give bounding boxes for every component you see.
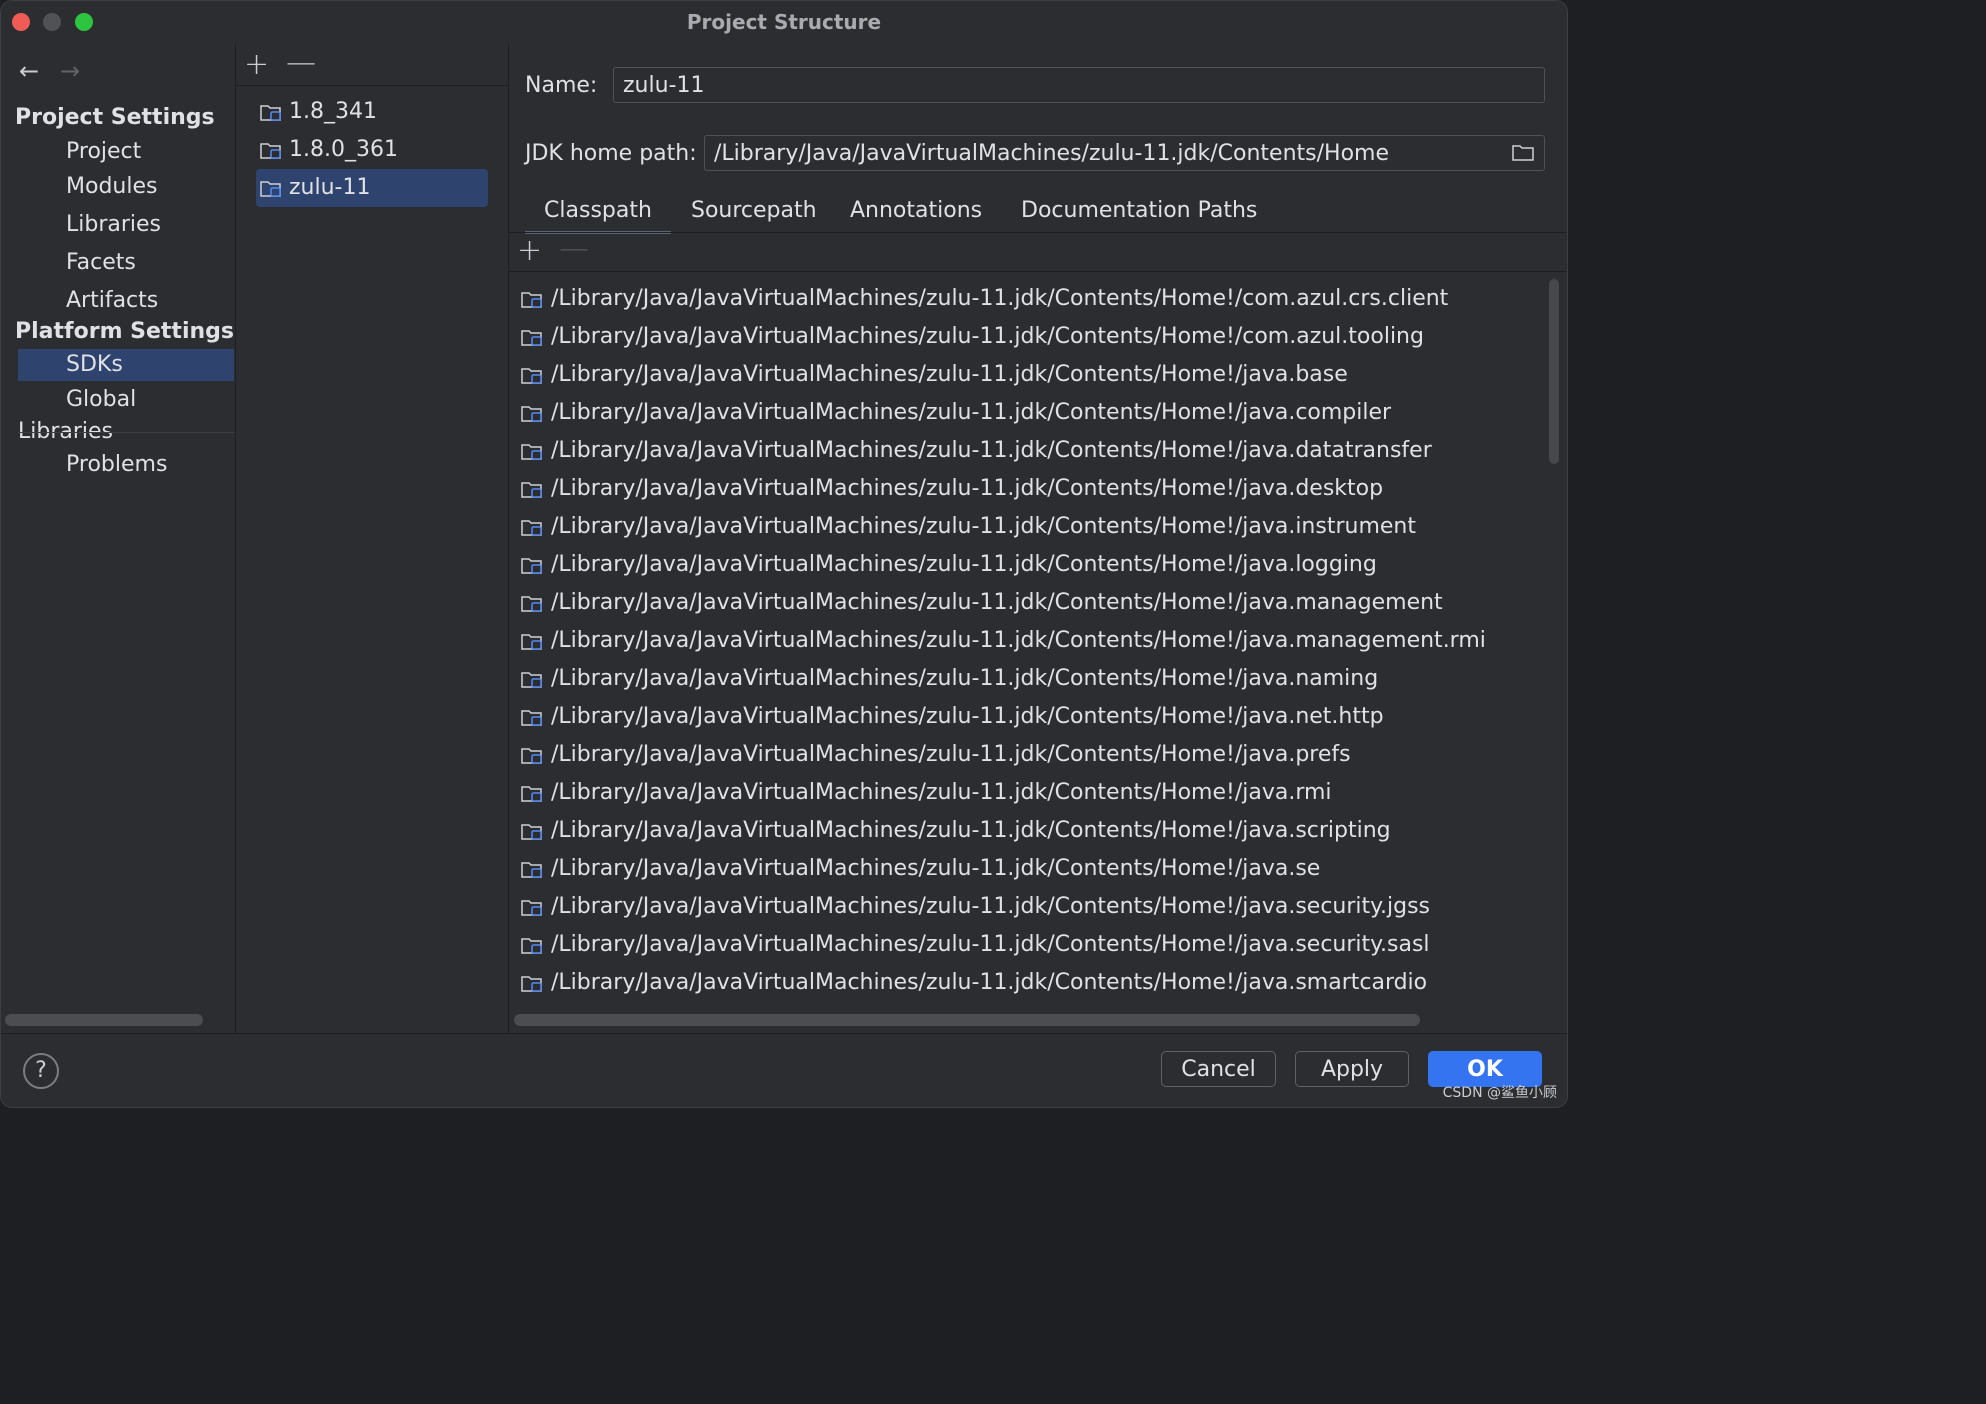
- sdk-list-panel: + — 1.8_341 1.8.0_361 zulu-11: [236, 43, 509, 1033]
- classpath-entry: /Library/Java/JavaVirtualMachines/zulu-1…: [551, 964, 1427, 1002]
- add-sdk-icon[interactable]: +: [244, 47, 269, 82]
- classpath-entry: /Library/Java/JavaVirtualMachines/zulu-1…: [551, 926, 1430, 964]
- classpath-entry: /Library/Java/JavaVirtualMachines/zulu-1…: [551, 888, 1430, 926]
- module-folder-icon: [521, 936, 543, 954]
- name-label: Name:: [525, 73, 597, 98]
- tab-documentation-paths[interactable]: Documentation Paths: [1021, 191, 1257, 231]
- browse-folder-icon[interactable]: [1512, 143, 1534, 161]
- module-folder-icon: [521, 784, 543, 802]
- classpath-entry: /Library/Java/JavaVirtualMachines/zulu-1…: [551, 546, 1377, 584]
- classpath-entry: /Library/Java/JavaVirtualMachines/zulu-1…: [551, 318, 1424, 356]
- settings-navigation: ← → Project Settings Project Modules Lib…: [1, 43, 236, 1033]
- cancel-button[interactable]: Cancel: [1161, 1051, 1276, 1087]
- nav-item-label: Problems: [66, 452, 167, 477]
- nav-item-artifacts[interactable]: Artifacts: [18, 285, 234, 317]
- nav-item-label: Libraries: [66, 212, 161, 237]
- classpath-entry: /Library/Java/JavaVirtualMachines/zulu-1…: [551, 508, 1416, 546]
- add-path-icon[interactable]: +: [517, 233, 542, 268]
- nav-item-sdks[interactable]: SDKs: [18, 349, 234, 381]
- nav-item-label: Global Libraries: [18, 387, 136, 444]
- sdk-item-label: 1.8_341: [289, 93, 377, 131]
- module-folder-icon: [521, 670, 543, 688]
- jdk-home-path-field[interactable]: /Library/Java/JavaVirtualMachines/zulu-1…: [704, 135, 1545, 171]
- module-folder-icon: [521, 974, 543, 992]
- sdk-toolbar: + —: [236, 43, 508, 86]
- remove-path-icon[interactable]: —: [559, 231, 589, 266]
- module-folder-icon: [521, 708, 543, 726]
- classpath-entry: /Library/Java/JavaVirtualMachines/zulu-1…: [551, 698, 1384, 736]
- classpath-entry: /Library/Java/JavaVirtualMachines/zulu-1…: [551, 584, 1443, 622]
- nav-item-global-libraries[interactable]: Global Libraries: [18, 384, 234, 416]
- dialog-button-bar: ? Cancel Apply OK CSDN @鲨鱼小顾: [1, 1033, 1567, 1108]
- module-folder-icon: [521, 442, 543, 460]
- help-button[interactable]: ?: [23, 1053, 59, 1089]
- classpath-entry: /Library/Java/JavaVirtualMachines/zulu-1…: [551, 774, 1332, 812]
- jdk-folder-icon: [260, 179, 282, 197]
- sdk-item-zulu-11[interactable]: zulu-11: [256, 169, 488, 207]
- tab-sourcepath[interactable]: Sourcepath: [691, 191, 817, 231]
- sdk-item-1-8-0-361[interactable]: 1.8.0_361: [256, 131, 488, 169]
- classpath-list[interactable]: /Library/Java/JavaVirtualMachines/zulu-1…: [509, 272, 1543, 1012]
- module-folder-icon: [521, 822, 543, 840]
- tab-classpath[interactable]: Classpath: [525, 191, 671, 234]
- module-folder-icon: [521, 898, 543, 916]
- classpath-entry: /Library/Java/JavaVirtualMachines/zulu-1…: [551, 622, 1486, 660]
- tab-annotations[interactable]: Annotations: [850, 191, 982, 231]
- module-folder-icon: [521, 860, 543, 878]
- window-title: Project Structure: [1, 10, 1567, 34]
- apply-button[interactable]: Apply: [1295, 1051, 1409, 1087]
- nav-item-label: SDKs: [66, 352, 123, 377]
- module-folder-icon: [521, 328, 543, 346]
- nav-item-problems[interactable]: Problems: [18, 449, 234, 481]
- sdk-item-label: zulu-11: [289, 169, 370, 207]
- module-folder-icon: [521, 594, 543, 612]
- module-folder-icon: [521, 746, 543, 764]
- nav-item-label: Modules: [66, 174, 157, 199]
- classpath-entry: /Library/Java/JavaVirtualMachines/zulu-1…: [551, 850, 1320, 888]
- sdk-detail-panel: Name: zulu-11 JDK home path: /Library/Ja…: [509, 43, 1567, 1033]
- jdk-folder-icon: [260, 103, 282, 121]
- title-bar: Project Structure: [1, 1, 1567, 43]
- nav-item-facets[interactable]: Facets: [18, 247, 234, 279]
- module-folder-icon: [521, 404, 543, 422]
- nav-item-label: Project: [66, 139, 141, 164]
- module-folder-icon: [521, 480, 543, 498]
- module-folder-icon: [521, 632, 543, 650]
- module-folder-icon: [521, 366, 543, 384]
- jdk-folder-icon: [260, 141, 282, 159]
- classpath-entry: /Library/Java/JavaVirtualMachines/zulu-1…: [551, 394, 1391, 432]
- classpath-entry: /Library/Java/JavaVirtualMachines/zulu-1…: [551, 356, 1348, 394]
- classpath-toolbar: + —: [509, 233, 1567, 272]
- classpath-entry: /Library/Java/JavaVirtualMachines/zulu-1…: [551, 812, 1391, 850]
- nav-divider: [18, 432, 234, 433]
- jdk-home-path-label: JDK home path:: [525, 141, 697, 166]
- classpath-entry: /Library/Java/JavaVirtualMachines/zulu-1…: [551, 432, 1432, 470]
- classpath-entry: /Library/Java/JavaVirtualMachines/zulu-1…: [551, 736, 1351, 774]
- nav-item-project[interactable]: Project: [18, 136, 234, 168]
- forward-arrow-icon[interactable]: →: [60, 57, 80, 85]
- sdk-item-label: 1.8.0_361: [289, 131, 398, 169]
- classpath-entry: /Library/Java/JavaVirtualMachines/zulu-1…: [551, 280, 1448, 318]
- module-folder-icon: [521, 290, 543, 308]
- classpath-vertical-scrollbar[interactable]: [1549, 279, 1559, 464]
- classpath-horizontal-scrollbar[interactable]: [514, 1014, 1420, 1026]
- name-field[interactable]: zulu-11: [613, 67, 1545, 103]
- nav-item-libraries[interactable]: Libraries: [18, 209, 234, 241]
- classpath-entry: /Library/Java/JavaVirtualMachines/zulu-1…: [551, 660, 1378, 698]
- module-folder-icon: [521, 556, 543, 574]
- remove-sdk-icon[interactable]: —: [286, 45, 316, 80]
- back-arrow-icon[interactable]: ←: [19, 57, 39, 85]
- watermark: CSDN @鲨鱼小顾: [1443, 1082, 1557, 1102]
- classpath-entry: /Library/Java/JavaVirtualMachines/zulu-1…: [551, 470, 1383, 508]
- jdk-home-path-value: /Library/Java/JavaVirtualMachines/zulu-1…: [714, 141, 1389, 166]
- project-structure-dialog: Project Structure ← → Project Settings P…: [0, 0, 1568, 1108]
- nav-item-label: Artifacts: [66, 288, 158, 313]
- nav-horizontal-scrollbar[interactable]: [5, 1014, 203, 1026]
- sdk-item-1-8-341[interactable]: 1.8_341: [256, 93, 488, 131]
- nav-item-label: Facets: [66, 250, 136, 275]
- platform-settings-heading: Platform Settings: [15, 319, 234, 344]
- nav-item-modules[interactable]: Modules: [18, 171, 234, 203]
- module-folder-icon: [521, 518, 543, 536]
- project-settings-heading: Project Settings: [15, 105, 215, 130]
